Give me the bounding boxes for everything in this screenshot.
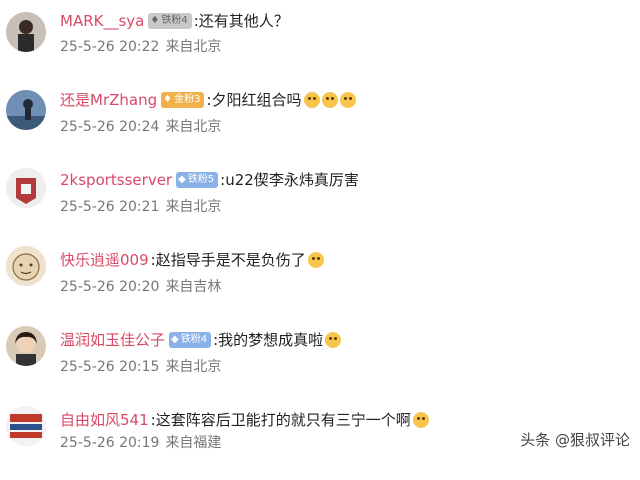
badge-icon: ◆ xyxy=(178,174,186,185)
avatar[interactable] xyxy=(6,168,46,208)
comment-time: 25-5-26 20:19 xyxy=(60,435,160,451)
comment-time: 25-5-26 20:22 xyxy=(60,39,160,55)
comment-text: 还有其他人？ xyxy=(198,12,289,30)
avatar[interactable] xyxy=(6,246,46,286)
fan-badge: ◆ 铁粉5 xyxy=(176,172,219,188)
comment-time: 25-5-26 20:15 xyxy=(60,359,160,375)
comment-meta: 25-5-26 20:20 来自吉林 xyxy=(60,278,227,296)
comment-location: 来自福建 xyxy=(165,435,222,451)
emoji-icon xyxy=(412,412,429,428)
avatar[interactable] xyxy=(6,90,46,130)
emoji-icon xyxy=(321,92,338,108)
comment-text: 夕阳红组合吗 xyxy=(211,91,302,109)
comment-line: 快乐逍遥009 : 赵指导手是不是负伤了 xyxy=(60,250,324,270)
emoji-icon xyxy=(307,252,324,268)
username-link[interactable]: 自由如风541 xyxy=(60,410,149,430)
avatar[interactable] xyxy=(6,12,46,52)
fan-badge: ♦ 铁粉4 xyxy=(148,13,192,29)
username-link[interactable]: MARK__sya xyxy=(60,11,144,31)
badge-label: 铁粉4 xyxy=(180,334,208,345)
badge-label: 铁粉4 xyxy=(161,15,188,26)
comment-meta: 25-5-26 20:21 来自北京 xyxy=(60,198,227,216)
comment-text: u22偰李永炜真厉害 xyxy=(225,171,359,189)
badge-icon: ♦ xyxy=(150,15,160,26)
badge-icon: ♦ xyxy=(163,94,173,105)
emoji-icon xyxy=(325,332,342,348)
badge-label: 金粉3 xyxy=(174,94,201,105)
comment-item: 快乐逍遥009 : 赵指导手是不是负伤了 25-5-26 20:20 来自吉林 xyxy=(0,240,640,320)
watermark: 头条 @狠叔评论 xyxy=(520,431,630,449)
comment-item: 温润如玉佳公子 ◆ 铁粉4 : 我的梦想成真啦 25-5-26 20:15 来自北京 xyxy=(0,320,640,400)
avatar[interactable] xyxy=(6,326,46,366)
comment-time: 25-5-26 20:21 xyxy=(60,199,160,215)
comment-location: 来自北京 xyxy=(165,199,222,215)
badge-label: 铁粉5 xyxy=(187,174,215,185)
comment-meta: 25-5-26 20:22 来自北京 xyxy=(60,38,227,56)
comment-meta: 25-5-26 20:15 来自北京 xyxy=(60,358,227,376)
emoji-icon xyxy=(339,92,356,108)
comment-time: 25-5-26 20:20 xyxy=(60,279,160,295)
comment-location: 来自北京 xyxy=(165,39,222,55)
fan-badge: ♦ 金粉3 xyxy=(161,92,205,108)
comment-time: 25-5-26 20:24 xyxy=(60,119,160,135)
comment-line: 自由如风541 : 这套阵容后卫能打的就只有三宁一个啊 xyxy=(60,410,429,430)
badge-icon: ◆ xyxy=(171,334,179,345)
username-link[interactable]: 快乐逍遥009 xyxy=(60,250,149,270)
username-link[interactable]: 2ksportsserver xyxy=(60,170,172,190)
comment-item: MARK__sya ♦ 铁粉4 : 还有其他人？ 25-5-26 20:22 来自北… xyxy=(0,0,640,80)
fan-badge: ◆ 铁粉4 xyxy=(169,332,212,348)
comment-item: 还是MrZhang ♦ 金粉3 : 夕阳红组合吗 25-5-26 20:24 来自北… xyxy=(0,80,640,160)
avatar[interactable] xyxy=(6,406,46,446)
comment-line: MARK__sya ♦ 铁粉4 : 还有其他人？ xyxy=(60,11,289,31)
comment-line: 温润如玉佳公子 ◆ 铁粉4 : 我的梦想成真啦 xyxy=(60,330,342,350)
comment-text: 我的梦想成真啦 xyxy=(218,331,324,349)
comment-line: 还是MrZhang ♦ 金粉3 : 夕阳红组合吗 xyxy=(60,90,356,110)
comment-text: 赵指导手是不是负伤了 xyxy=(155,251,306,269)
comment-line: 2ksportsserver ◆ 铁粉5 : u22偰李永炜真厉害 xyxy=(60,170,359,190)
comment-meta: 25-5-26 20:24 来自北京 xyxy=(60,118,227,136)
comment-location: 来自北京 xyxy=(165,359,222,375)
comment-location: 来自北京 xyxy=(165,119,222,135)
username-link[interactable]: 温润如玉佳公子 xyxy=(60,330,165,350)
username-link[interactable]: 还是MrZhang xyxy=(60,90,157,110)
comment-text: 这套阵容后卫能打的就只有三宁一个啊 xyxy=(155,411,411,429)
emoji-icon xyxy=(303,92,320,108)
comment-location: 来自吉林 xyxy=(165,279,222,295)
comment-item: 2ksportsserver ◆ 铁粉5 : u22偰李永炜真厉害 25-5-26… xyxy=(0,160,640,240)
comment-meta: 25-5-26 20:19 来自福建 xyxy=(60,434,227,452)
